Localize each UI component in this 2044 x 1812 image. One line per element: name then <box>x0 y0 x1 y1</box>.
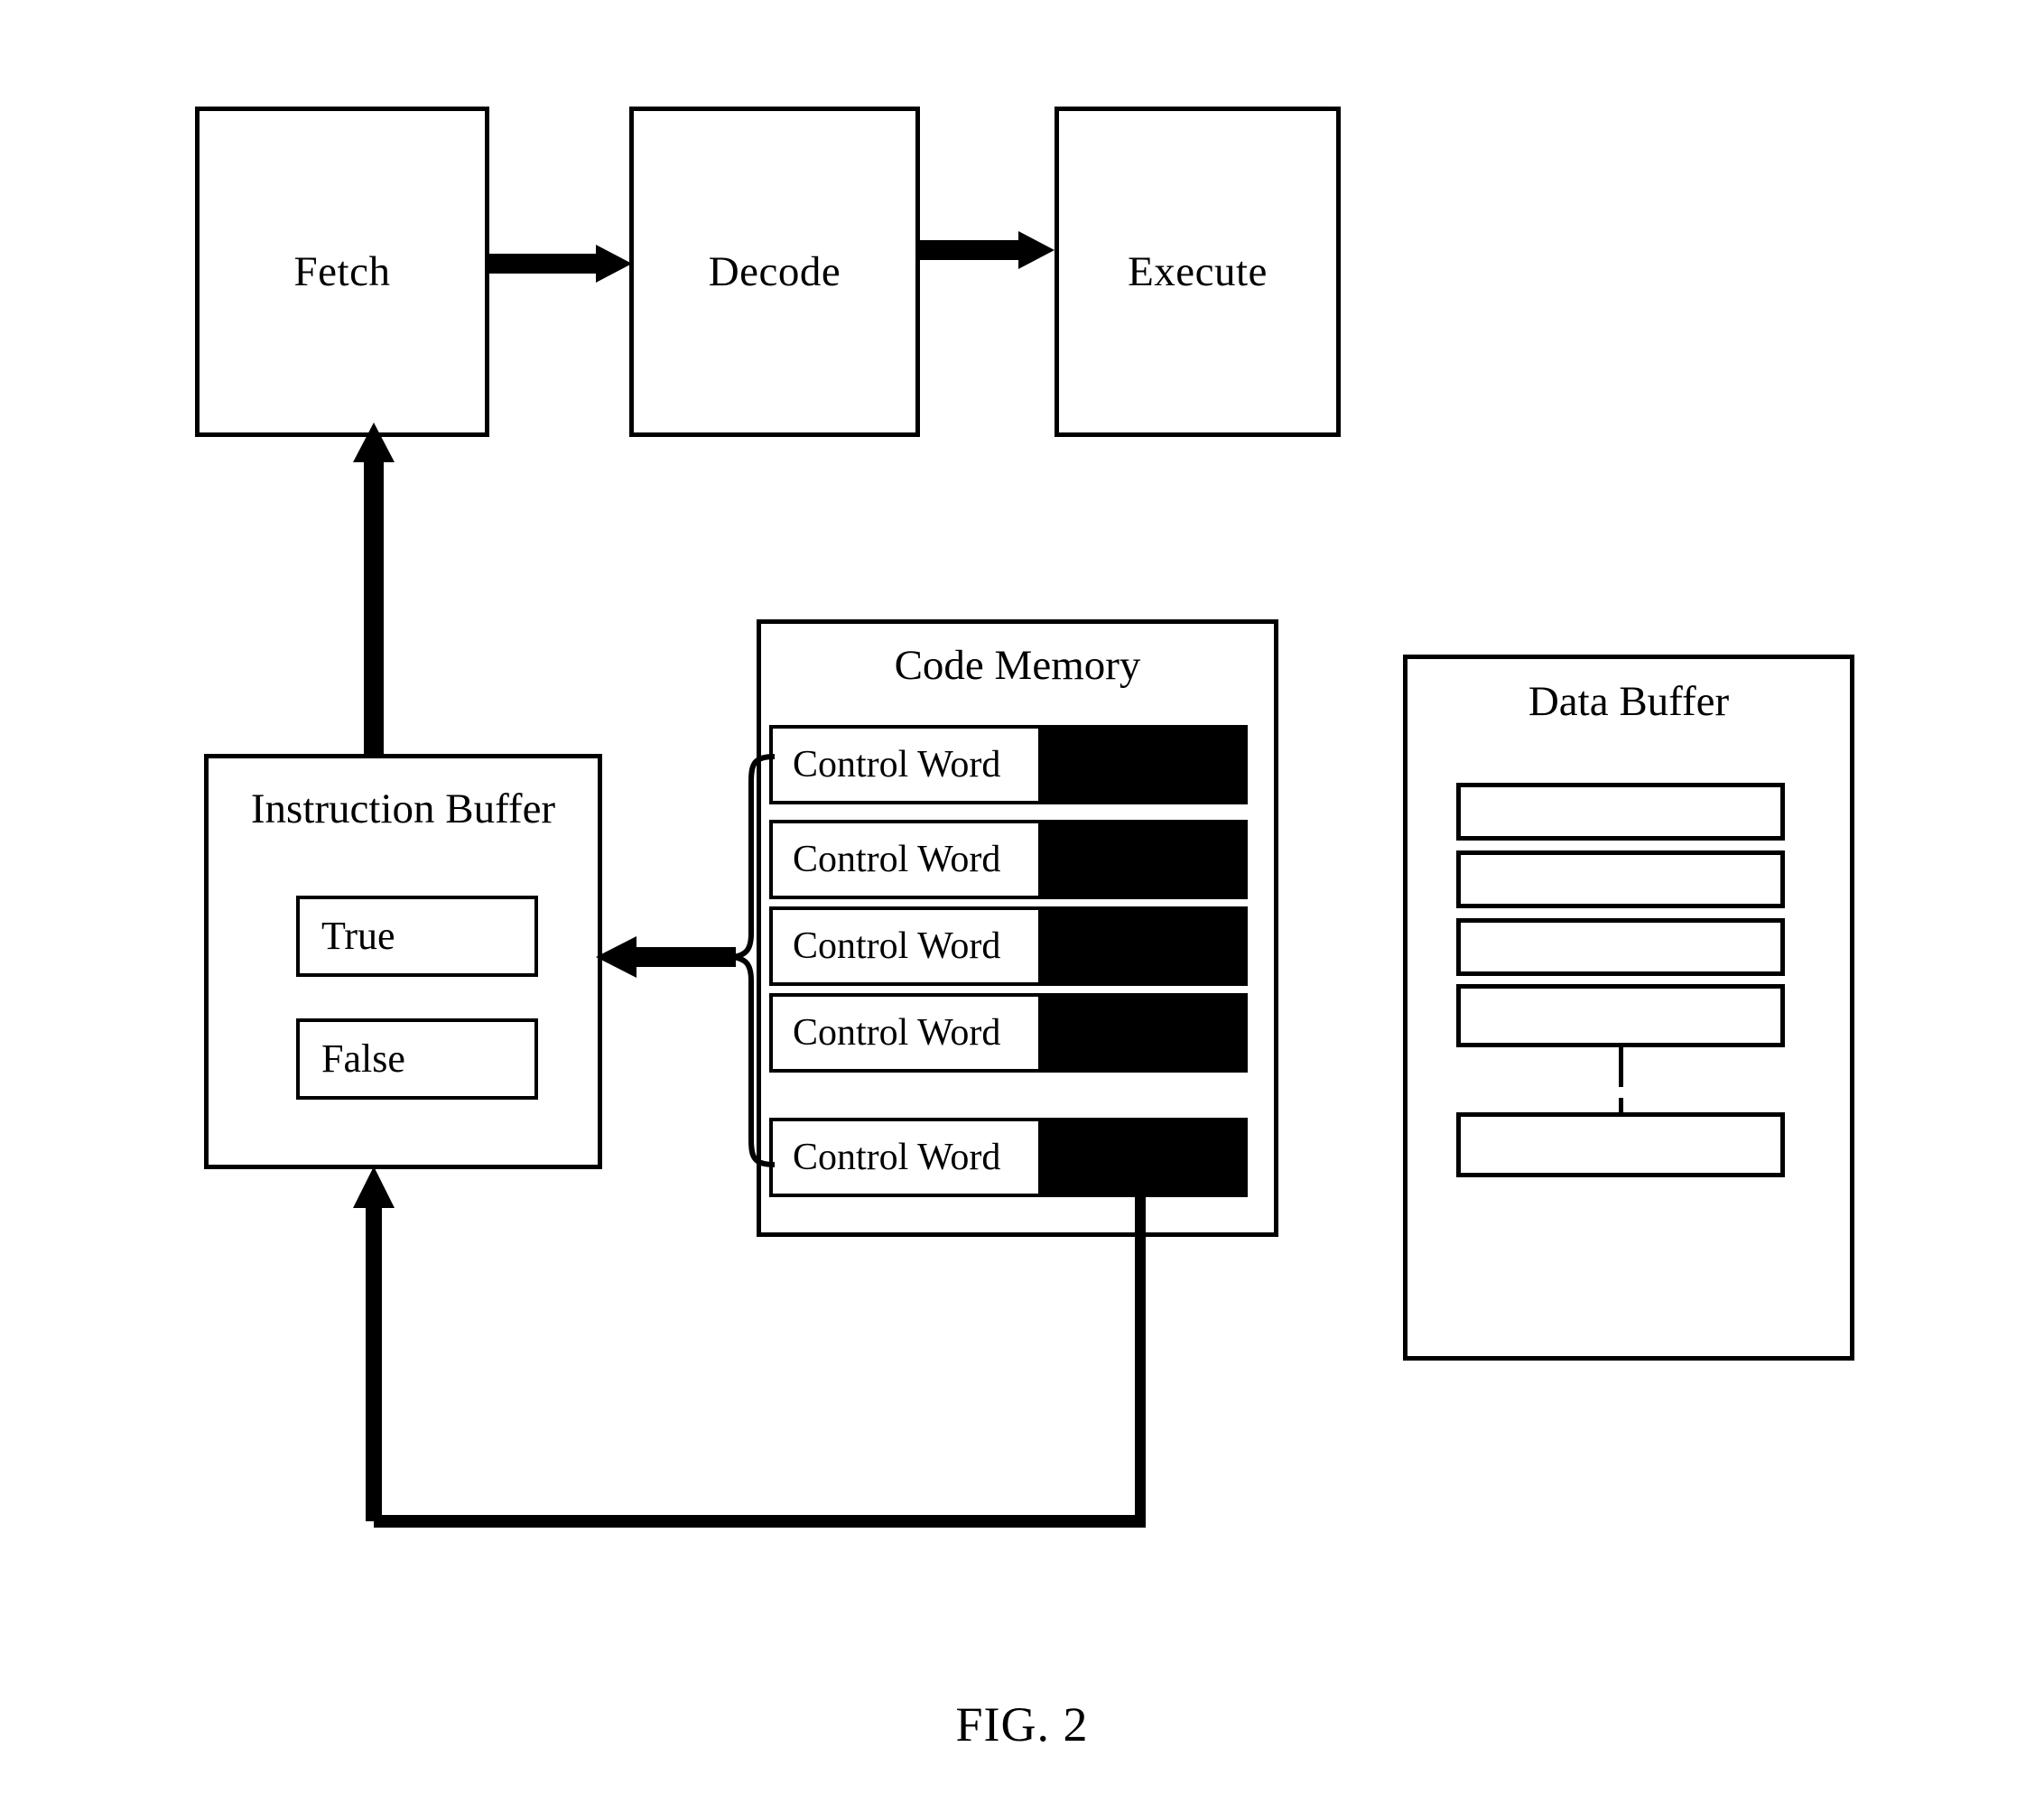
instruction-buffer-title: Instruction Buffer <box>250 785 556 832</box>
pipeline-stage-decode: Decode <box>629 107 920 437</box>
control-word-label-2: Control Word <box>793 839 1001 880</box>
arrow-instruction-buffer-to-fetch <box>353 423 395 757</box>
pipeline-stage-fetch: Fetch <box>195 107 489 437</box>
pipeline-stage-decode-label: Decode <box>708 247 841 295</box>
control-word-payload-4 <box>1038 993 1248 1073</box>
data-buffer-row-5[interactable] <box>1456 1112 1785 1177</box>
control-word-field-4: Control Word <box>769 993 1042 1073</box>
control-word-label-3: Control Word <box>793 925 1001 967</box>
instruction-buffer-box: Instruction Buffer True False <box>204 754 602 1169</box>
control-word-label-4: Control Word <box>793 1012 1001 1054</box>
control-word-field-3: Control Word <box>769 906 1042 986</box>
pipeline-stage-execute: Execute <box>1055 107 1341 437</box>
control-word-label-1: Control Word <box>793 744 1001 785</box>
code-memory-row-2[interactable]: Control Word <box>769 820 1248 899</box>
control-word-payload-5 <box>1038 1118 1248 1197</box>
code-memory-title: Code Memory <box>894 642 1141 689</box>
instruction-buffer-entry-false[interactable]: False <box>296 1018 538 1100</box>
code-memory-row-1[interactable]: Control Word <box>769 725 1248 804</box>
control-word-payload-3 <box>1038 906 1248 986</box>
control-word-field-5: Control Word <box>769 1118 1042 1197</box>
instruction-buffer-entry-false-label: False <box>321 1036 405 1081</box>
code-memory-row-5[interactable]: Control Word <box>769 1118 1248 1197</box>
control-word-payload-2 <box>1038 820 1248 899</box>
arrow-fetch-to-decode <box>488 245 632 283</box>
instruction-buffer-entry-true-label: True <box>321 914 395 958</box>
control-word-label-5: Control Word <box>793 1137 1001 1178</box>
arrow-decode-to-execute <box>919 231 1055 269</box>
pipeline-stage-execute-label: Execute <box>1128 247 1268 295</box>
control-word-field-2: Control Word <box>769 820 1042 899</box>
data-buffer-row-connector-upper <box>1619 1047 1623 1087</box>
code-memory-row-3[interactable]: Control Word <box>769 906 1248 986</box>
data-buffer-row-4[interactable] <box>1456 984 1785 1047</box>
control-word-payload-1 <box>1038 725 1248 804</box>
code-memory-row-4[interactable]: Control Word <box>769 993 1248 1073</box>
data-buffer-row-connector-lower <box>1619 1098 1623 1114</box>
data-buffer-row-1[interactable] <box>1456 783 1785 841</box>
pipeline-stage-fetch-label: Fetch <box>293 247 391 295</box>
instruction-buffer-entry-true[interactable]: True <box>296 896 538 977</box>
figure-caption: FIG. 2 <box>955 1697 1089 1752</box>
data-buffer-row-3[interactable] <box>1456 918 1785 976</box>
data-buffer-row-2[interactable] <box>1456 850 1785 908</box>
data-buffer-title: Data Buffer <box>1528 678 1730 725</box>
control-word-field-1: Control Word <box>769 725 1042 804</box>
figure-canvas: Fetch Decode Execute Instruction Buffer … <box>0 0 2044 1812</box>
arrow-code-memory-to-instruction-buffer <box>596 936 736 978</box>
data-buffer-box: Data Buffer <box>1403 655 1854 1361</box>
